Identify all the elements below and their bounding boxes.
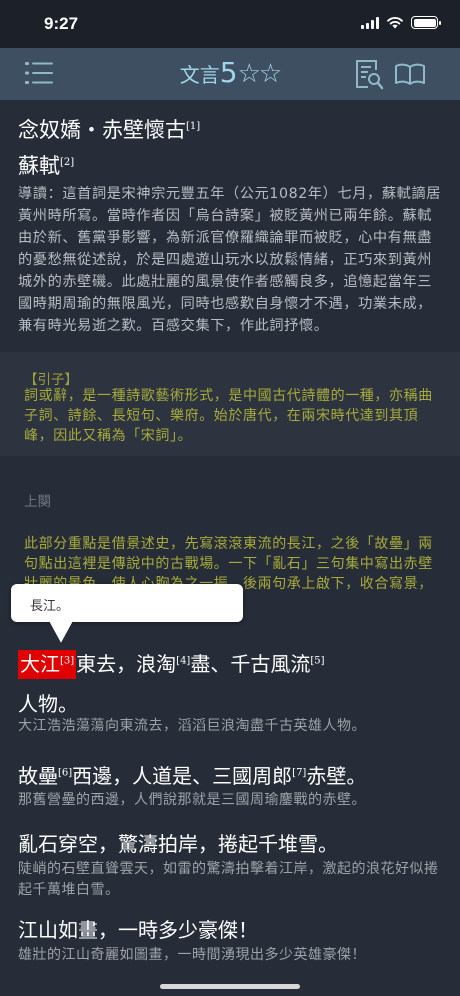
- section-label: 上闋: [24, 494, 51, 510]
- open-book-icon[interactable]: [394, 62, 426, 86]
- poem-line: 故壘[6]西邊，人道是、三國周郎[7]赤壁。: [18, 760, 366, 789]
- poem-line-text: 赤壁。: [306, 764, 367, 788]
- battery-icon: [411, 16, 441, 29]
- poem-title: 念奴嬌‧赤壁懷古[1]: [18, 114, 200, 144]
- poem-line: 人物。: [18, 688, 78, 717]
- star-outline-icon: ☆☆: [237, 59, 283, 89]
- home-indicator[interactable]: [160, 984, 300, 989]
- poem-line-text: 西邊，人道是、三國周郎: [72, 764, 293, 788]
- status-time: 9:27: [44, 14, 79, 33]
- poem-line-text: 亂石穿空，驚濤拍岸，捲起千堆雪。: [18, 832, 338, 856]
- poem-author-text: 蘇軾: [18, 154, 60, 178]
- prelude-title: 【引子】: [24, 372, 78, 388]
- prelude-text: 詞或辭，是一種詩歌藝術形式，是中國古代詩體的一種，亦稱曲子詞、詩餘、長短句、樂府…: [24, 388, 433, 444]
- poem-line: 江山如畫，一時多少豪傑！: [18, 914, 258, 943]
- poem-line-text: 人物。: [18, 692, 78, 716]
- poem-line-text: 故壘: [18, 764, 58, 788]
- status-icons: [361, 16, 441, 29]
- highlighted-word-text: 大江: [20, 652, 60, 676]
- app-title-text: 文言: [179, 63, 220, 87]
- annotation-tooltip: 長江。: [11, 584, 243, 644]
- app-title: 文言5☆☆: [0, 56, 460, 89]
- footnote-marker[interactable]: [6]: [58, 767, 72, 778]
- app-title-number: 5: [219, 56, 238, 89]
- poem-intro: 導讀：這首詞是宋神宗元豐五年（公元1082年）七月，蘇軾謫居黃州時所寫。當時作者…: [18, 186, 441, 334]
- line-translation: 那舊營壘的西邊，人們說那就是三國周瑜鏖戰的赤壁。: [18, 792, 366, 808]
- wifi-icon: [387, 17, 403, 29]
- line-translation: 雄壯的江山奇麗如圖畫，一時間湧現出多少英雄豪傑！: [18, 947, 366, 963]
- highlighted-word[interactable]: 大江[3]: [18, 650, 77, 679]
- tooltip-text: 長江。: [30, 599, 70, 614]
- line-translation: 大江浩浩蕩蕩向東流去，滔滔巨浪淘盡千古英雄人物。: [18, 718, 366, 734]
- footnote-marker[interactable]: [1]: [186, 121, 200, 132]
- poem-content[interactable]: 念奴嬌‧赤壁懷古[1] 蘇軾[2] 導讀：這首詞是宋神宗元豐五年（公元1082年…: [0, 100, 460, 996]
- poem-line: 大江[3] 東去，浪淘[4]盡、千古風流[5]: [18, 648, 325, 679]
- status-bar: 9:27: [0, 0, 460, 48]
- poem-line-text: 江山如畫，一時多少豪傑！: [18, 918, 258, 942]
- line-translation: 陡峭的石壁直聳雲天，如雷的驚濤拍擊着江岸，激起的浪花好似捲起千萬堆白雪。: [18, 861, 439, 898]
- poem-line-text: 盡、千古風流: [190, 652, 311, 676]
- toolbar: 文言5☆☆: [0, 48, 460, 100]
- footnote-marker[interactable]: [2]: [60, 157, 74, 168]
- poem-title-text: 念奴嬌‧赤壁懷古: [18, 118, 186, 142]
- poem-line: 亂石穿空，驚濤拍岸，捲起千堆雪。: [18, 828, 338, 857]
- footnote-marker[interactable]: [5]: [310, 655, 324, 666]
- signal-icon: [361, 16, 379, 29]
- footnote-marker[interactable]: [7]: [292, 767, 306, 778]
- footnote-marker[interactable]: [3]: [60, 655, 74, 666]
- footnote-marker[interactable]: [4]: [176, 655, 190, 666]
- prelude-box: 【引子】 詞或辭，是一種詩歌藝術形式，是中國古代詩體的一種，亦稱曲子詞、詩餘、長…: [0, 352, 460, 456]
- tooltip-tail: [48, 621, 74, 644]
- search-document-icon[interactable]: [354, 58, 384, 90]
- poem-line-text: 東去，浪淘: [76, 652, 177, 676]
- poem-author: 蘇軾[2]: [18, 150, 74, 180]
